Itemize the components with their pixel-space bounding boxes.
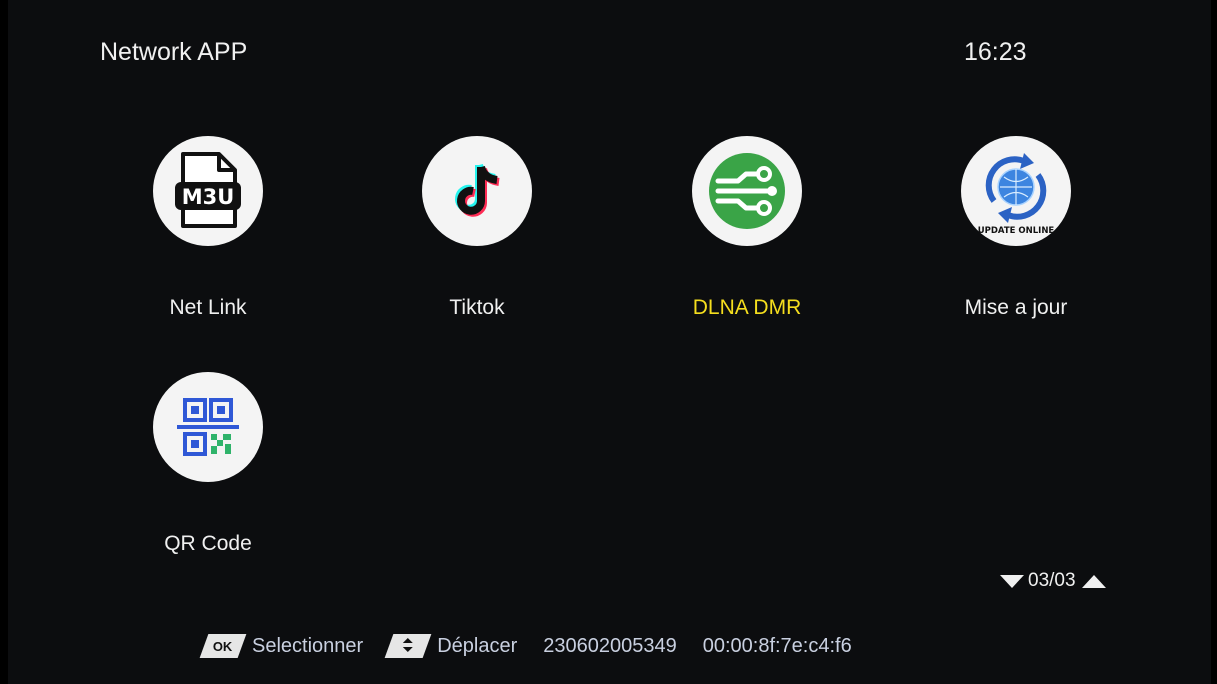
qr-code-icon — [177, 398, 239, 456]
app-mise-a-jour[interactable]: UPDATE ONLINE Mise a jour — [916, 136, 1116, 336]
tiktok-icon — [455, 163, 500, 217]
svg-text:M3U: M3U — [182, 185, 235, 209]
app-label: Net Link — [169, 296, 247, 319]
app-tiktok[interactable]: Tiktok — [377, 136, 577, 336]
svg-text:UPDATE ONLINE: UPDATE ONLINE — [978, 226, 1055, 236]
app-qr-code[interactable]: QR Code — [108, 372, 308, 572]
move-hint: Déplacer — [437, 634, 518, 657]
ok-key-icon: OK — [199, 634, 247, 658]
app-net-link[interactable]: M3U Net Link — [108, 136, 308, 336]
app-label: QR Code — [164, 532, 252, 555]
network-app-screen: Network APP 16:23 M3U Net Link Tiktok DL… — [8, 0, 1211, 684]
app-circle: M3U — [153, 136, 263, 246]
app-circle — [692, 136, 802, 246]
page-up-arrow-icon[interactable] — [1081, 574, 1106, 588]
page-indicator: 03/03 — [1000, 570, 1106, 592]
up-down-key-icon — [384, 634, 432, 658]
clock: 16:23 — [964, 38, 1027, 66]
page-down-arrow-icon[interactable] — [1000, 574, 1024, 588]
app-circle: UPDATE ONLINE — [961, 136, 1071, 246]
page-count: 03/03 — [1028, 570, 1076, 591]
update-online-icon: UPDATE ONLINE — [978, 153, 1055, 236]
app-circle — [153, 372, 263, 482]
app-label: Tiktok — [449, 296, 505, 319]
m3u-file-icon: M3U — [175, 152, 241, 228]
app-label: DLNA DMR — [692, 296, 802, 319]
page-title: Network APP — [100, 38, 248, 66]
dlna-icon — [709, 153, 785, 229]
mac-address: 00:00:8f:7e:c4:f6 — [702, 634, 852, 657]
app-dlna-dmr[interactable]: DLNA DMR — [647, 136, 847, 336]
select-hint: Selectionner — [252, 634, 364, 657]
footer-help-bar: OK Selectionner Déplacer 230602005349 00… — [199, 634, 878, 658]
app-label: Mise a jour — [964, 296, 1068, 319]
serial-number: 230602005349 — [543, 634, 677, 657]
app-circle — [422, 136, 532, 246]
